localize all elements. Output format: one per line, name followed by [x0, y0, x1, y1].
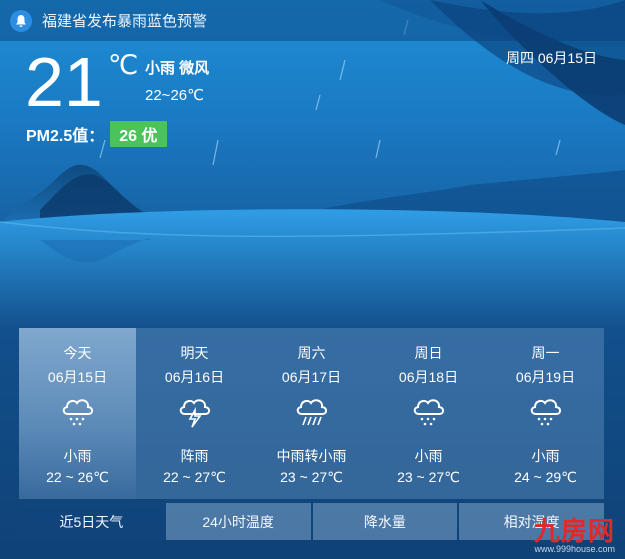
forecast-range: 23 ~ 27℃: [280, 469, 343, 485]
light-rain-icon: [487, 390, 604, 430]
forecast-range: 22 ~ 27℃: [163, 469, 226, 485]
tab-bar: 近5日天气 24小时温度 降水量 相对湿度: [19, 503, 604, 540]
forecast-condition: 小雨: [63, 448, 92, 464]
forecast-day-name: 周日: [414, 345, 443, 361]
forecast-panel: 今天 06月15日 小雨 22 ~ 26℃ 明天 06月16日 阵雨 22 ~ …: [19, 328, 604, 499]
forecast-date: 06月18日: [398, 369, 459, 385]
tab-5-day-weather[interactable]: 近5日天气: [19, 503, 164, 540]
watermark: 九房网 www.999house.com: [519, 511, 619, 555]
forecast-day[interactable]: 周日 06月18日 小雨 23 ~ 27℃: [370, 328, 487, 499]
forecast-day[interactable]: 今天 06月15日 小雨 22 ~ 26℃: [19, 328, 136, 499]
current-condition: 小雨 微风: [145, 60, 210, 77]
watermark-text: 九房网: [533, 516, 615, 546]
forecast-range: 22 ~ 26℃: [46, 469, 109, 485]
watermark-url: www.999house.com: [534, 544, 615, 554]
alert-banner[interactable]: 福建省发布暴雨蓝色预警: [0, 0, 625, 41]
pm25: PM2.5值： 26 优: [26, 121, 167, 147]
current-temperature: 21: [25, 43, 103, 121]
pm25-label: PM2.5值：: [26, 128, 105, 145]
alert-text: 福建省发布暴雨蓝色预警: [42, 13, 208, 30]
pm25-badge: 26 优: [110, 121, 167, 147]
forecast-condition: 小雨: [531, 448, 560, 464]
moderate-rain-icon: [253, 390, 370, 430]
forecast-day-name: 明天: [180, 345, 209, 361]
forecast-condition: 阵雨: [180, 448, 209, 464]
weather-widget: 福建省发布暴雨蓝色预警 21 ℃ 小雨 微风 22~26℃ 周四 06月15日 …: [0, 0, 625, 559]
forecast-condition: 小雨: [414, 448, 443, 464]
forecast-range: 23 ~ 27℃: [397, 469, 460, 485]
light-rain-icon: [19, 390, 136, 430]
current-range: 22~26℃: [145, 87, 204, 104]
forecast-day-name: 今天: [63, 345, 92, 361]
light-rain-icon: [370, 390, 487, 430]
forecast-day[interactable]: 周六 06月17日 中雨转小雨 23 ~ 27℃: [253, 328, 370, 499]
forecast-date: 06月16日: [164, 369, 225, 385]
thunder-shower-icon: [136, 390, 253, 430]
current-date: 周四 06月15日: [505, 50, 597, 66]
forecast-date: 06月17日: [281, 369, 342, 385]
tab-precipitation[interactable]: 降水量: [312, 503, 458, 540]
bell-icon: [10, 9, 32, 32]
temperature-unit: ℃: [108, 50, 139, 80]
forecast-day-name: 周六: [297, 345, 326, 361]
forecast-condition: 中雨转小雨: [276, 448, 347, 464]
forecast-day[interactable]: 明天 06月16日 阵雨 22 ~ 27℃: [136, 328, 253, 499]
forecast-date: 06月15日: [47, 369, 108, 385]
forecast-day[interactable]: 周一 06月19日 小雨 24 ~ 29℃: [487, 328, 604, 499]
tab-24h-temperature[interactable]: 24小时温度: [165, 503, 311, 540]
forecast-date: 06月19日: [515, 369, 576, 385]
forecast-range: 24 ~ 29℃: [514, 469, 577, 485]
forecast-day-name: 周一: [531, 345, 560, 361]
